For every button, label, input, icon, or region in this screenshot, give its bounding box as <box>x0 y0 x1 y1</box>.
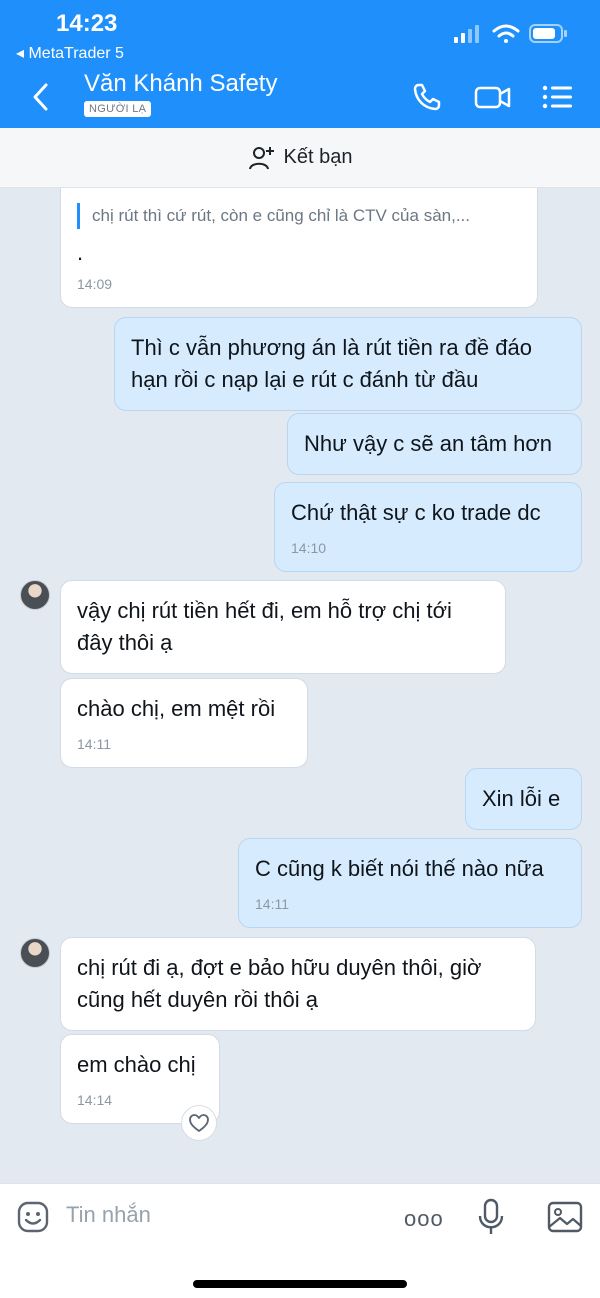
message-text: chị rút đi ạ, đợt e bảo hữu duyên thôi, … <box>77 955 482 1012</box>
avatar[interactable] <box>20 580 50 610</box>
message-time: 14:10 <box>291 540 327 556</box>
message-text: chào chị, em mệt rồi <box>77 696 276 721</box>
message-text: Xin lỗi e <box>482 786 561 811</box>
message-bubble[interactable]: Xin lỗi e <box>465 768 582 830</box>
wifi-icon <box>492 24 520 43</box>
message-time: 14:11 <box>255 896 289 912</box>
message-text: Như vậy c sẽ an tâm hơn <box>304 431 553 456</box>
back-to-app-link[interactable]: ◂ MetaTrader 5 <box>16 43 124 63</box>
status-icons <box>454 24 567 43</box>
chat-header: 14:23 ◂ MetaTrader 5 Văn Khánh Safety NG… <box>0 0 600 128</box>
message-text: C cũng k biết nói thế nào nữa <box>255 856 544 881</box>
stranger-badge: NGƯỜI LẠ <box>84 101 152 117</box>
contact-name[interactable]: Văn Khánh Safety <box>84 70 277 98</box>
message-bubble[interactable]: vậy chị rút tiền hết đi, em hỗ trợ chị t… <box>60 580 506 674</box>
message-bubble[interactable]: Thì c vẫn phương án là rút tiền ra đề đá… <box>114 317 582 411</box>
back-icon[interactable] <box>28 80 54 114</box>
message-composer: Tin nhắn ooo <box>0 1183 600 1298</box>
message-input[interactable]: Tin nhắn <box>66 1202 151 1228</box>
message-bubble[interactable]: Như vậy c sẽ an tâm hơn <box>287 413 582 475</box>
message-bubble[interactable]: chị rút đi ạ, đợt e bảo hữu duyên thôi, … <box>60 937 536 1031</box>
react-button[interactable] <box>181 1105 217 1141</box>
quoted-message[interactable]: chị rút thì cứ rút, còn e cũng chỉ là CT… <box>77 203 521 229</box>
message-text: vậy chị rút tiền hết đi, em hỗ trợ chị t… <box>77 598 452 655</box>
message-bubble[interactable]: chào chị, em mệt rồi 14:11 <box>60 678 308 768</box>
more-icon[interactable]: ooo <box>404 1206 444 1232</box>
battery-icon <box>529 24 567 43</box>
microphone-icon[interactable] <box>477 1198 505 1236</box>
message-time: 14:09 <box>77 276 113 292</box>
menu-icon[interactable] <box>540 80 574 114</box>
phone-icon[interactable] <box>410 80 444 114</box>
home-indicator <box>193 1280 407 1288</box>
video-icon[interactable] <box>474 80 512 114</box>
status-time: 14:23 <box>56 10 118 37</box>
message-text: em chào chị <box>77 1052 196 1077</box>
message-time: 14:14 <box>77 1092 113 1108</box>
avatar[interactable] <box>20 938 50 968</box>
signal-icon <box>454 25 479 43</box>
message-bubble[interactable]: chị rút thì cứ rút, còn e cũng chỉ là CT… <box>60 188 538 308</box>
add-friend-icon <box>248 146 274 169</box>
message-text: . <box>77 240 84 265</box>
add-friend-bar[interactable]: Kết bạn <box>0 128 600 188</box>
add-friend-label: Kết bạn <box>283 146 353 168</box>
image-icon[interactable] <box>546 1200 584 1234</box>
message-text: Thì c vẫn phương án là rút tiền ra đề đá… <box>131 335 532 392</box>
message-bubble[interactable]: Chứ thật sự c ko trade dc 14:10 <box>274 482 582 572</box>
message-time: 14:11 <box>77 736 111 752</box>
sticker-icon[interactable] <box>16 1200 50 1234</box>
heart-icon <box>189 1114 209 1132</box>
message-list[interactable]: chị rút thì cứ rút, còn e cũng chỉ là CT… <box>0 188 600 1183</box>
message-bubble[interactable]: C cũng k biết nói thế nào nữa 14:11 <box>238 838 582 928</box>
message-text: Chứ thật sự c ko trade dc <box>291 500 541 525</box>
